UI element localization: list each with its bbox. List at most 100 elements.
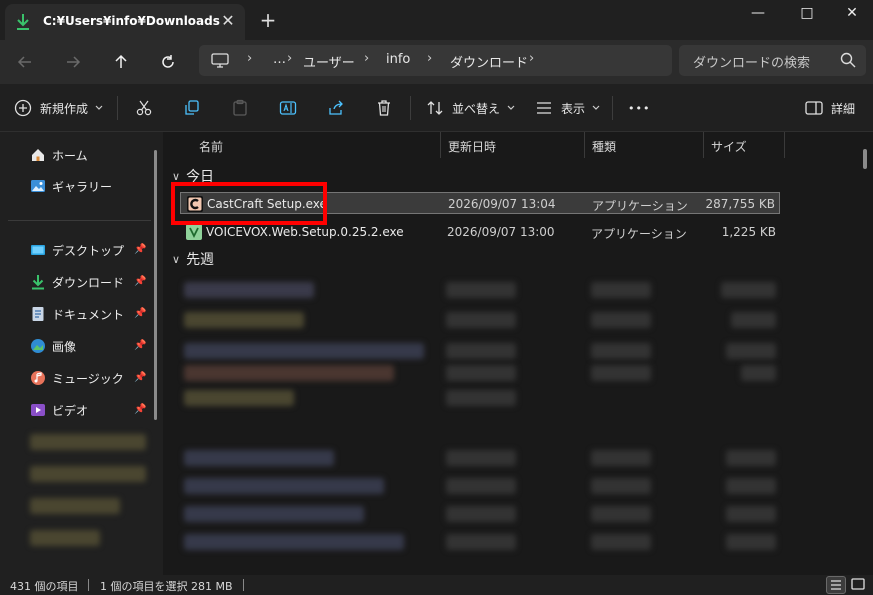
blurred-file-row: [446, 478, 516, 494]
new-tab-button[interactable]: +: [257, 9, 279, 31]
column-divider[interactable]: [440, 132, 441, 158]
sidebar-item-label: ダウンロード: [52, 275, 125, 290]
details-pane-button[interactable]: 詳細: [805, 98, 855, 118]
sidebar-item-gallery[interactable]: ギャラリー: [30, 175, 112, 197]
breadcrumb-overflow[interactable]: …: [273, 52, 286, 67]
blurred-file-row: [184, 534, 404, 550]
breadcrumb-separator: ›: [529, 51, 535, 66]
plus-circle-icon: [14, 99, 32, 117]
search-icon: [840, 52, 856, 68]
sidebar-item-desktop[interactable]: デスクトップ: [30, 239, 124, 261]
navigation-bar: › … › ユーザー › info › ダウンロード › ダウンロードの検索: [0, 40, 873, 84]
column-divider[interactable]: [703, 132, 704, 158]
red-highlight-box: [171, 182, 327, 225]
navigation-pane: ホーム ギャラリー デスクトップ 📌 ダウンロード 📌 ドキュメント 📌 画像 …: [0, 132, 163, 575]
maximize-button[interactable]: □: [784, 0, 830, 26]
details-view-button[interactable]: [826, 576, 846, 594]
share-button[interactable]: [327, 98, 345, 118]
pin-icon[interactable]: 📌: [134, 404, 146, 415]
rename-button[interactable]: [279, 98, 297, 118]
blurred-file-row: [726, 506, 776, 522]
sidebar-item-label: ミュージック: [52, 371, 124, 386]
column-divider[interactable]: [784, 132, 785, 158]
blurred-file-row: [446, 343, 516, 359]
blurred-folder: [30, 466, 146, 482]
new-button[interactable]: 新規作成: [14, 98, 104, 118]
share-icon: [329, 100, 343, 115]
toolbar-divider: [117, 96, 118, 120]
minimize-button[interactable]: —: [735, 0, 781, 26]
file-size: 1,225 KB: [721, 225, 776, 239]
blurred-file-row: [591, 450, 651, 466]
blurred-file-row: [591, 534, 651, 550]
status-divider: [88, 579, 89, 591]
blurred-file-row: [446, 534, 516, 550]
blurred-file-row: [591, 506, 651, 522]
column-header-type[interactable]: 種類: [592, 138, 616, 155]
forward-button[interactable]: [58, 48, 88, 76]
sidebar-item-label: ドキュメント: [52, 307, 125, 322]
sort-button[interactable]: 並べ替え: [426, 98, 516, 118]
sidebar-item-documents[interactable]: ドキュメント: [30, 303, 124, 325]
sidebar-scrollbar[interactable]: [154, 150, 157, 420]
blurred-file-row: [446, 312, 516, 328]
blurred-folder: [30, 530, 100, 546]
address-bar[interactable]: › … › ユーザー › info › ダウンロード ›: [199, 45, 672, 76]
column-header-date[interactable]: 更新日時: [448, 138, 496, 155]
tab-close-button[interactable]: ✕: [217, 10, 239, 32]
details-pane-icon: [805, 101, 823, 115]
back-button[interactable]: [10, 48, 40, 76]
breadcrumb-separator: ›: [427, 51, 433, 66]
column-divider[interactable]: [584, 132, 585, 158]
sidebar-item-music[interactable]: ミュージック: [30, 367, 124, 389]
blurred-file-row: [591, 365, 651, 381]
details-pane-label: 詳細: [831, 101, 856, 116]
sidebar-item-videos[interactable]: ビデオ: [30, 399, 88, 421]
chevron-down-icon: [592, 105, 600, 110]
tab-title: C:¥Users¥info¥Downloads: [43, 14, 220, 28]
breadcrumb-info[interactable]: info: [386, 52, 410, 67]
blurred-file-row: [726, 343, 776, 359]
pin-icon[interactable]: 📌: [134, 372, 146, 383]
copy-icon: [185, 100, 199, 115]
details-view-icon: [831, 580, 841, 590]
blurred-file-row: [184, 390, 294, 406]
sidebar-item-label: ホーム: [52, 148, 88, 163]
tab-downloads[interactable]: C:¥Users¥info¥Downloads ✕: [5, 4, 245, 40]
status-bar: 431 個の項目 1 個の項目を選択 281 MB: [0, 575, 873, 595]
search-box[interactable]: ダウンロードの検索: [679, 45, 866, 76]
pin-icon[interactable]: 📌: [134, 308, 146, 319]
more-options-label: •••: [628, 101, 651, 115]
group-header-last-week[interactable]: ∨ 先週: [172, 249, 214, 269]
desktop-icon: [31, 245, 45, 255]
sidebar-item-pictures[interactable]: 画像: [30, 335, 76, 357]
pin-icon[interactable]: 📌: [134, 276, 146, 287]
file-list-scrollbar[interactable]: [863, 149, 867, 169]
view-button[interactable]: 表示: [535, 98, 601, 118]
download-icon: [32, 275, 44, 290]
trash-icon: [378, 100, 390, 116]
delete-button[interactable]: [375, 98, 393, 118]
tiles-view-button[interactable]: [849, 576, 869, 594]
chevron-down-icon: [95, 105, 103, 110]
sidebar-item-label: ギャラリー: [52, 179, 113, 194]
sidebar-item-home[interactable]: ホーム: [30, 144, 88, 166]
breadcrumb-downloads[interactable]: ダウンロード: [450, 52, 528, 71]
more-options-button[interactable]: •••: [628, 98, 650, 118]
breadcrumb-users[interactable]: ユーザー: [303, 52, 355, 71]
clipboard-icon: [233, 99, 247, 116]
column-header-size[interactable]: サイズ: [711, 138, 747, 155]
pin-icon[interactable]: 📌: [134, 340, 146, 351]
sidebar-item-downloads[interactable]: ダウンロード: [30, 271, 124, 293]
refresh-button[interactable]: [153, 48, 183, 76]
column-header-name[interactable]: 名前: [199, 138, 223, 155]
cut-button[interactable]: [135, 98, 153, 118]
blurred-file-row: [591, 282, 651, 298]
paste-button[interactable]: [231, 98, 249, 118]
copy-button[interactable]: [183, 98, 201, 118]
refresh-icon: [162, 55, 174, 68]
pin-icon[interactable]: 📌: [134, 244, 146, 255]
close-button[interactable]: ✕: [829, 0, 873, 26]
up-button[interactable]: [106, 48, 136, 76]
toolbar-divider: [612, 96, 613, 120]
